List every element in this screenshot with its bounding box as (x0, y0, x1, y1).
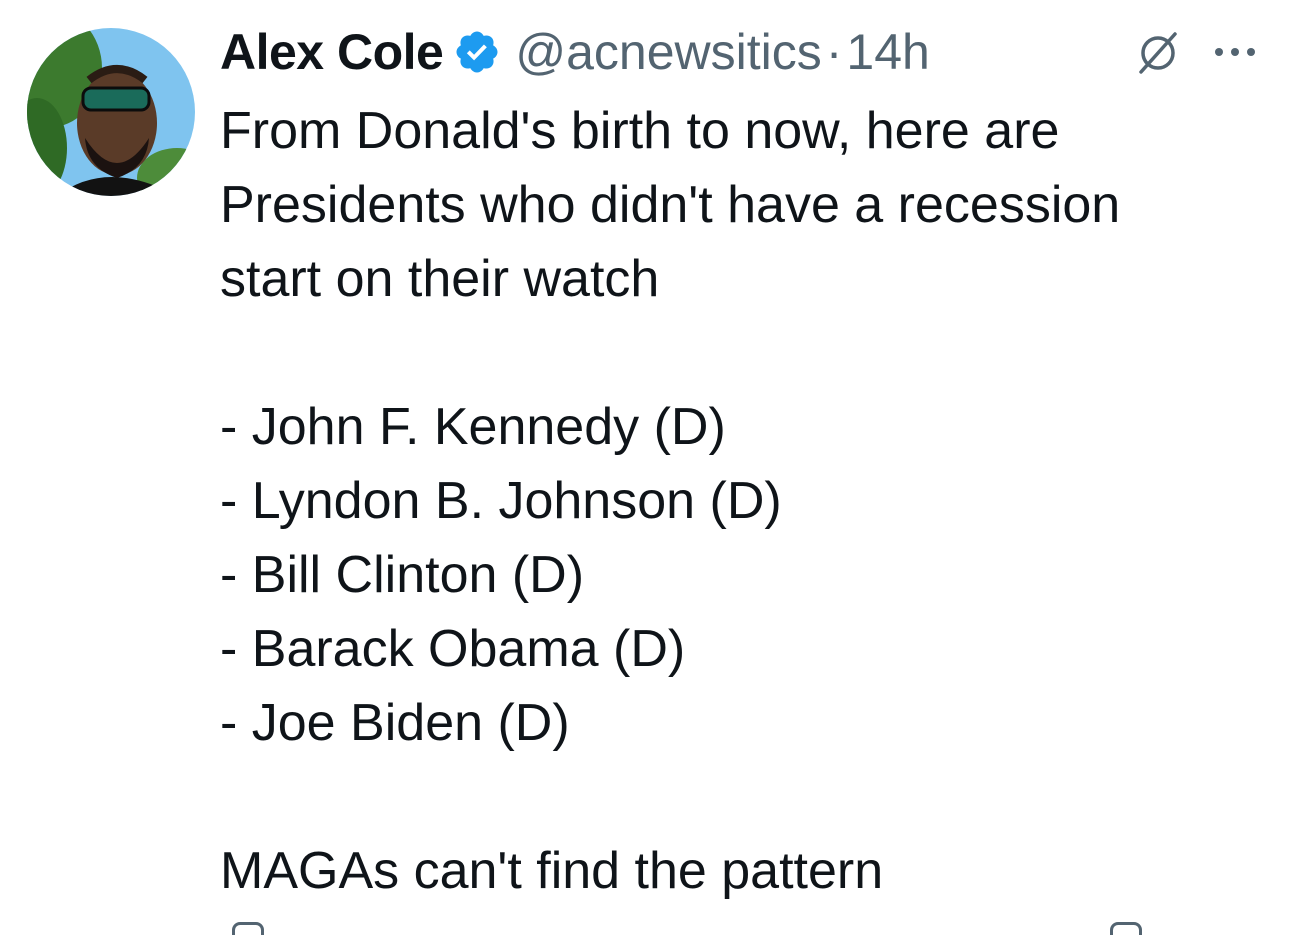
avatar-image (27, 28, 195, 196)
list-item: - Bill Clinton (D) (220, 546, 585, 604)
tweet-header: Alex Cole @acnewsitics · 14h (220, 22, 930, 82)
list-item: - Joe Biden (D) (220, 694, 570, 752)
tweet-text: From Donald's birth to now, here are Pre… (220, 94, 1270, 908)
tweet-text-line: From Donald's birth to now, here are (220, 102, 1060, 160)
avatar[interactable] (27, 28, 195, 196)
tweet-text-line: Presidents who didn't have a recession (220, 176, 1121, 234)
list-item: - Lyndon B. Johnson (D) (220, 472, 782, 530)
tweet[interactable]: Alex Cole @acnewsitics · 14h From Donald… (0, 0, 1290, 935)
tweet-text-line: start on their watch (220, 250, 660, 308)
tweet-closing-line: MAGAs can't find the pattern (220, 842, 884, 900)
verified-badge-icon (453, 28, 501, 76)
display-name[interactable]: Alex Cole (220, 23, 444, 81)
list-item: - John F. Kennedy (D) (220, 398, 726, 456)
author-handle[interactable]: @acnewsitics (515, 23, 821, 81)
list-item: - Barack Obama (D) (220, 620, 686, 678)
timestamp[interactable]: 14h (846, 23, 929, 81)
header-separator: · (825, 24, 843, 80)
more-options-icon[interactable] (1213, 40, 1257, 64)
grok-icon[interactable] (1135, 30, 1181, 76)
